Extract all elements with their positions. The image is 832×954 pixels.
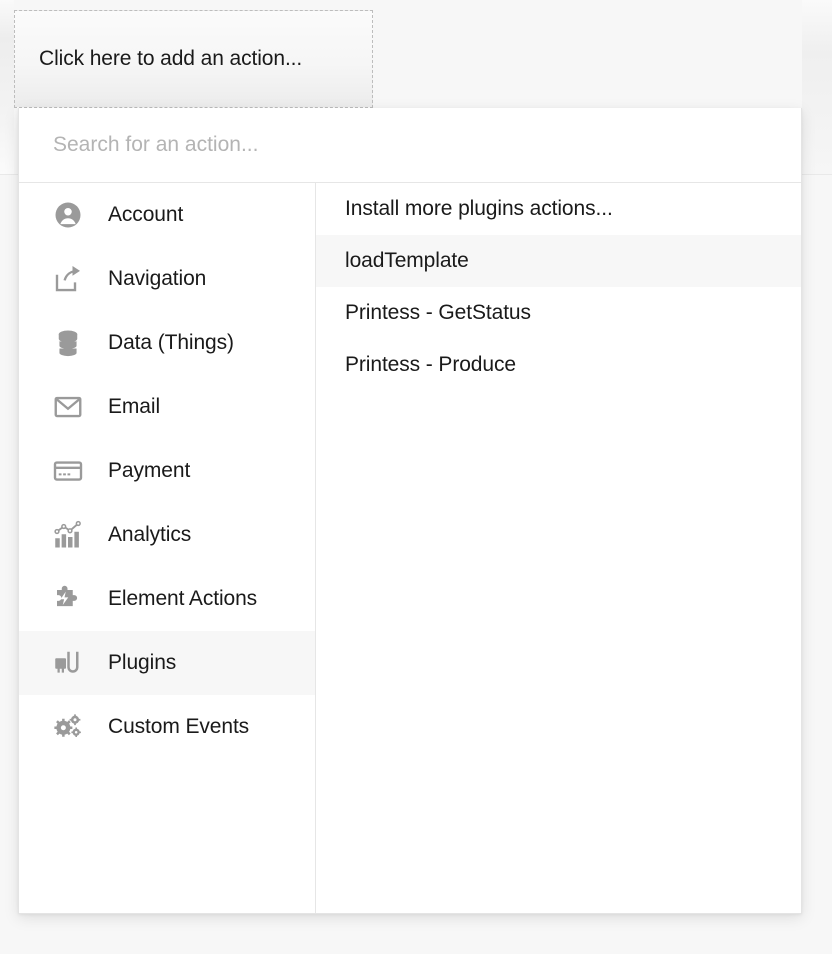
sidebar-item-label: Element Actions xyxy=(108,587,258,610)
sidebar-item-label: Plugins xyxy=(108,651,177,674)
page-background-left-strip xyxy=(0,0,14,175)
sidebar-item-email[interactable]: Email xyxy=(19,375,315,439)
page-background-right-strip xyxy=(802,0,832,175)
sidebar-item-label: Analytics xyxy=(108,523,192,546)
search-input[interactable] xyxy=(51,132,771,158)
sidebar-item-payment[interactable]: Payment xyxy=(19,439,315,503)
sidebar-item-data-things[interactable]: Data (Things) xyxy=(19,311,315,375)
screen-root: Click here to add an action... Account Na… xyxy=(0,0,832,954)
sidebar-item-plugins[interactable]: Plugins xyxy=(19,631,315,695)
bar-chart-icon xyxy=(53,520,87,550)
action-list-item[interactable]: loadTemplate xyxy=(316,235,801,287)
database-icon xyxy=(53,328,87,358)
action-results-list: Install more plugins actions... loadTempl… xyxy=(316,183,801,913)
user-circle-icon xyxy=(53,200,87,230)
action-list-item[interactable]: Install more plugins actions... xyxy=(316,183,801,235)
puzzle-bolt-icon xyxy=(53,584,87,614)
sidebar-item-label: Email xyxy=(108,395,161,418)
sidebar-item-label: Data (Things) xyxy=(108,331,234,354)
sidebar-item-label: Custom Events xyxy=(108,715,250,738)
sidebar-item-label: Payment xyxy=(108,459,191,482)
share-arrow-icon xyxy=(53,264,87,294)
sidebar-item-custom-events[interactable]: Custom Events xyxy=(19,695,315,759)
sidebar-item-navigation[interactable]: Navigation xyxy=(19,247,315,311)
sidebar-item-element-actions[interactable]: Element Actions xyxy=(19,567,315,631)
gears-icon xyxy=(53,712,87,742)
action-picker-panel: Account Navigation Data (Things) Email Payme… xyxy=(18,108,802,914)
sidebar-item-label: Navigation xyxy=(108,267,207,290)
add-action-placeholder[interactable]: Click here to add an action... xyxy=(14,10,373,108)
sidebar-item-label: Account xyxy=(108,203,184,226)
category-sidebar: Account Navigation Data (Things) Email Payme… xyxy=(19,183,316,913)
sidebar-item-analytics[interactable]: Analytics xyxy=(19,503,315,567)
add-action-placeholder-label: Click here to add an action... xyxy=(39,47,303,70)
sidebar-item-account[interactable]: Account xyxy=(19,183,315,247)
credit-card-icon xyxy=(53,456,87,486)
search-row xyxy=(19,108,801,183)
plug-icon xyxy=(53,648,87,678)
envelope-icon xyxy=(53,392,87,422)
picker-body: Account Navigation Data (Things) Email Payme… xyxy=(19,183,801,913)
action-list-item[interactable]: Printess - Produce xyxy=(316,339,801,391)
action-list-item[interactable]: Printess - GetStatus xyxy=(316,287,801,339)
